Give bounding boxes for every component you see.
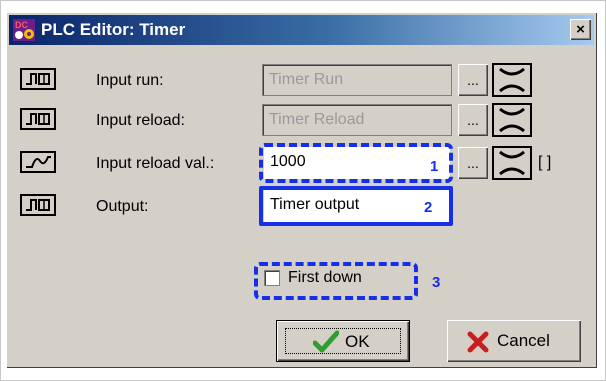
first-down-checkbox[interactable] <box>264 270 280 286</box>
input-run-label: Input run: <box>96 72 164 89</box>
input-run-clear-button[interactable] <box>492 63 532 97</box>
window-title: PLC Editor: Timer <box>41 20 186 39</box>
input-run-field[interactable]: Timer Run <box>262 64 452 96</box>
first-down-label[interactable]: First down <box>288 268 362 288</box>
digital-output-icon <box>20 194 56 216</box>
cancel-button-label: Cancel <box>497 331 550 350</box>
plc-editor-dialog: DC PLC Editor: Timer × Input run: Timer … <box>6 12 597 368</box>
input-reload-label: Input reload: <box>96 112 185 129</box>
cancel-button[interactable]: Cancel <box>447 320 581 362</box>
callout-3: 3 <box>432 274 441 291</box>
input-run-browse-button[interactable]: ... <box>458 64 488 96</box>
input-reload-clear-button[interactable] <box>492 103 532 137</box>
focus-ring <box>285 328 401 354</box>
clear-link-icon <box>499 150 525 176</box>
ok-button-label: OK <box>345 332 370 351</box>
analog-input-icon <box>20 151 56 173</box>
cancel-x-icon <box>467 331 489 353</box>
close-button[interactable]: × <box>570 19 591 40</box>
digital-input-icon <box>20 68 56 90</box>
plc-app-icon: DC <box>13 19 35 41</box>
title-bar[interactable]: DC PLC Editor: Timer × <box>9 15 594 45</box>
output-label: Output: <box>96 198 149 215</box>
input-reload-browse-button[interactable]: ... <box>458 104 488 136</box>
input-reload-field[interactable]: Timer Reload <box>262 104 452 136</box>
ok-button[interactable]: OK <box>276 320 410 362</box>
input-reload-value-label: Input reload val.: <box>96 155 215 172</box>
clear-link-icon <box>499 107 525 133</box>
svg-text:DC: DC <box>15 20 28 30</box>
digital-input-icon <box>20 108 56 130</box>
array-index-label: [ ] <box>538 154 552 171</box>
callout-1: 1 <box>430 158 439 175</box>
callout-2: 2 <box>424 199 433 216</box>
clear-link-icon <box>499 67 525 93</box>
input-reload-value-browse-button[interactable]: ... <box>458 147 488 179</box>
highlight-box-1 <box>259 143 453 183</box>
check-icon <box>313 330 339 353</box>
input-reload-value-clear-button[interactable] <box>492 146 532 180</box>
